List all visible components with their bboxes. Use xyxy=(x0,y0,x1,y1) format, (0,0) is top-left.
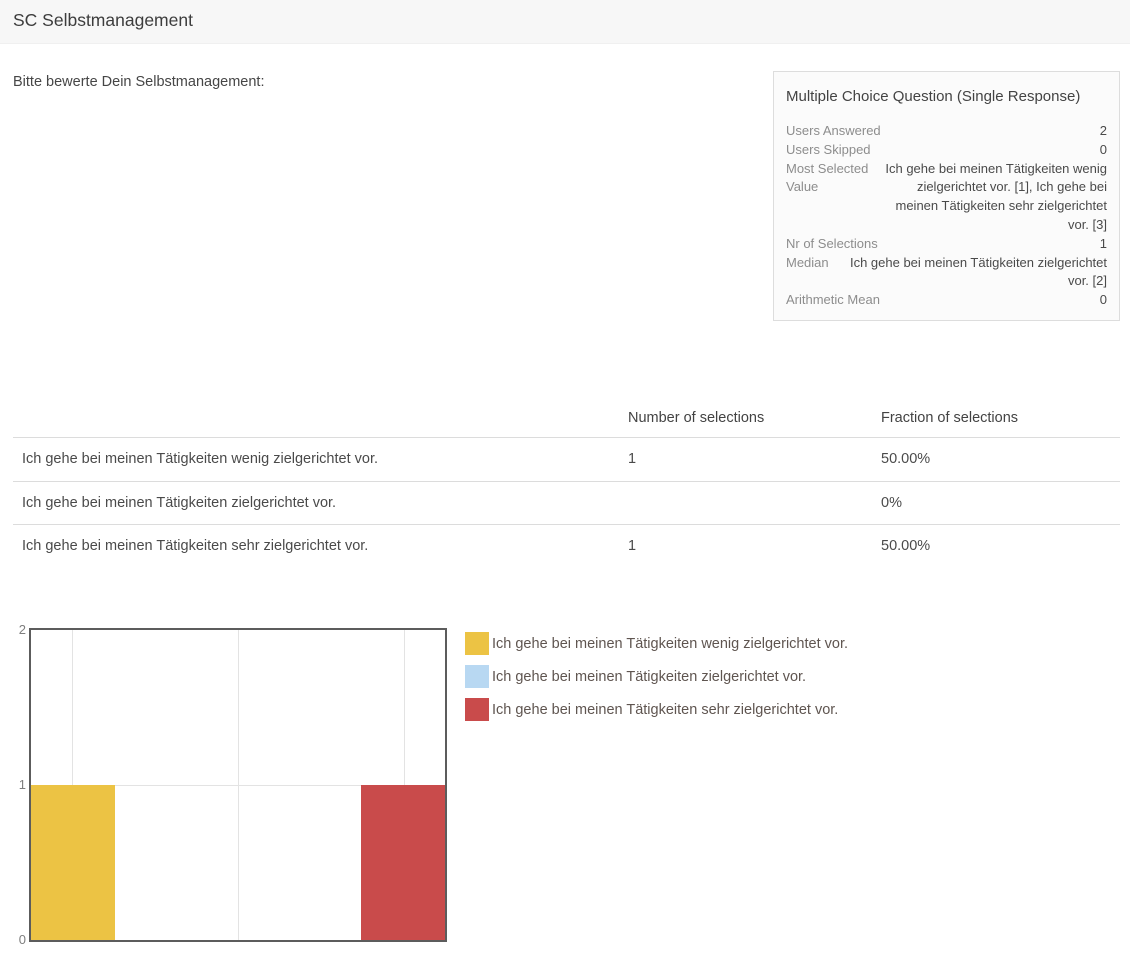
legend-swatch-blue xyxy=(465,665,489,688)
stats-panel-title: Multiple Choice Question (Single Respons… xyxy=(786,88,1107,105)
stat-row-nr-of-selections: Nr of Selections 1 xyxy=(786,235,1107,254)
survey-results-page: SC Selbstmanagement Bitte bewerte Dein S… xyxy=(0,0,1130,979)
stat-label: Users Skipped xyxy=(786,141,1100,160)
stat-row-users-skipped: Users Skipped 0 xyxy=(786,141,1107,160)
legend-swatch-red xyxy=(465,698,489,721)
legend-swatch-yellow xyxy=(465,632,489,655)
option-cell: Ich gehe bei meinen Tätigkeiten wenig zi… xyxy=(13,451,628,467)
y-axis-tick-label: 1 xyxy=(0,777,26,792)
legend-item: Ich gehe bei meinen Tätigkeiten wenig zi… xyxy=(465,632,848,655)
legend-item: Ich gehe bei meinen Tätigkeiten sehr zie… xyxy=(465,698,848,721)
legend-label: Ich gehe bei meinen Tätigkeiten sehr zie… xyxy=(492,702,838,718)
page-title: SC Selbstmanagement xyxy=(13,10,193,31)
table-row: Ich gehe bei meinen Tätigkeiten sehr zie… xyxy=(13,524,1120,568)
results-table: Number of selections Fraction of selecti… xyxy=(13,398,1120,568)
bar-chart xyxy=(29,628,447,942)
option-cell: Ich gehe bei meinen Tätigkeiten sehr zie… xyxy=(13,538,628,554)
y-axis-tick-label: 2 xyxy=(0,622,26,637)
bar-sehr-zielgerichtet xyxy=(361,785,445,940)
section-header: SC Selbstmanagement xyxy=(0,0,1130,44)
stat-value: 0 xyxy=(1100,141,1107,160)
stat-row-arithmetic-mean: Arithmetic Mean 0 xyxy=(786,291,1107,310)
stat-value: 2 xyxy=(1100,122,1107,141)
count-cell: 1 xyxy=(628,538,881,554)
column-header-number-of-selections: Number of selections xyxy=(628,410,881,426)
legend-label: Ich gehe bei meinen Tätigkeiten wenig zi… xyxy=(492,636,848,652)
stat-label: Most Selected Value xyxy=(786,160,875,235)
fraction-cell: 0% xyxy=(881,495,1120,511)
stat-row-most-selected-value: Most Selected Value Ich gehe bei meinen … xyxy=(786,160,1107,235)
column-header-fraction-of-selections: Fraction of selections xyxy=(881,410,1120,426)
y-axis-tick-label: 0 xyxy=(0,932,26,947)
count-cell: 1 xyxy=(628,451,881,467)
option-cell: Ich gehe bei meinen Tätigkeiten zielgeri… xyxy=(13,495,628,511)
stat-value: 0 xyxy=(1100,291,1107,310)
stat-label: Nr of Selections xyxy=(786,235,1100,254)
stat-label: Arithmetic Mean xyxy=(786,291,1100,310)
legend-item: Ich gehe bei meinen Tätigkeiten zielgeri… xyxy=(465,665,848,688)
stat-value: Ich gehe bei meinen Tätigkeiten zielgeri… xyxy=(835,254,1107,292)
fraction-cell: 50.00% xyxy=(881,538,1120,554)
table-row: Ich gehe bei meinen Tätigkeiten wenig zi… xyxy=(13,437,1120,481)
stat-row-median: Median Ich gehe bei meinen Tätigkeiten z… xyxy=(786,254,1107,292)
legend-label: Ich gehe bei meinen Tätigkeiten zielgeri… xyxy=(492,669,806,685)
stats-panel: Multiple Choice Question (Single Respons… xyxy=(773,71,1120,321)
chart-legend: Ich gehe bei meinen Tätigkeiten wenig zi… xyxy=(465,632,848,731)
stat-value: 1 xyxy=(1100,235,1107,254)
stat-label: Median xyxy=(786,254,835,292)
table-row: Ich gehe bei meinen Tätigkeiten zielgeri… xyxy=(13,481,1120,525)
stat-row-users-answered: Users Answered 2 xyxy=(786,122,1107,141)
question-text: Bitte bewerte Dein Selbstmanagement: xyxy=(13,74,264,90)
table-header-row: Number of selections Fraction of selecti… xyxy=(13,398,1120,437)
fraction-cell: 50.00% xyxy=(881,451,1120,467)
stat-value: Ich gehe bei meinen Tätigkeiten wenig zi… xyxy=(875,160,1107,235)
stat-label: Users Answered xyxy=(786,122,1100,141)
bar-wenig-zielgerichtet xyxy=(31,785,115,940)
